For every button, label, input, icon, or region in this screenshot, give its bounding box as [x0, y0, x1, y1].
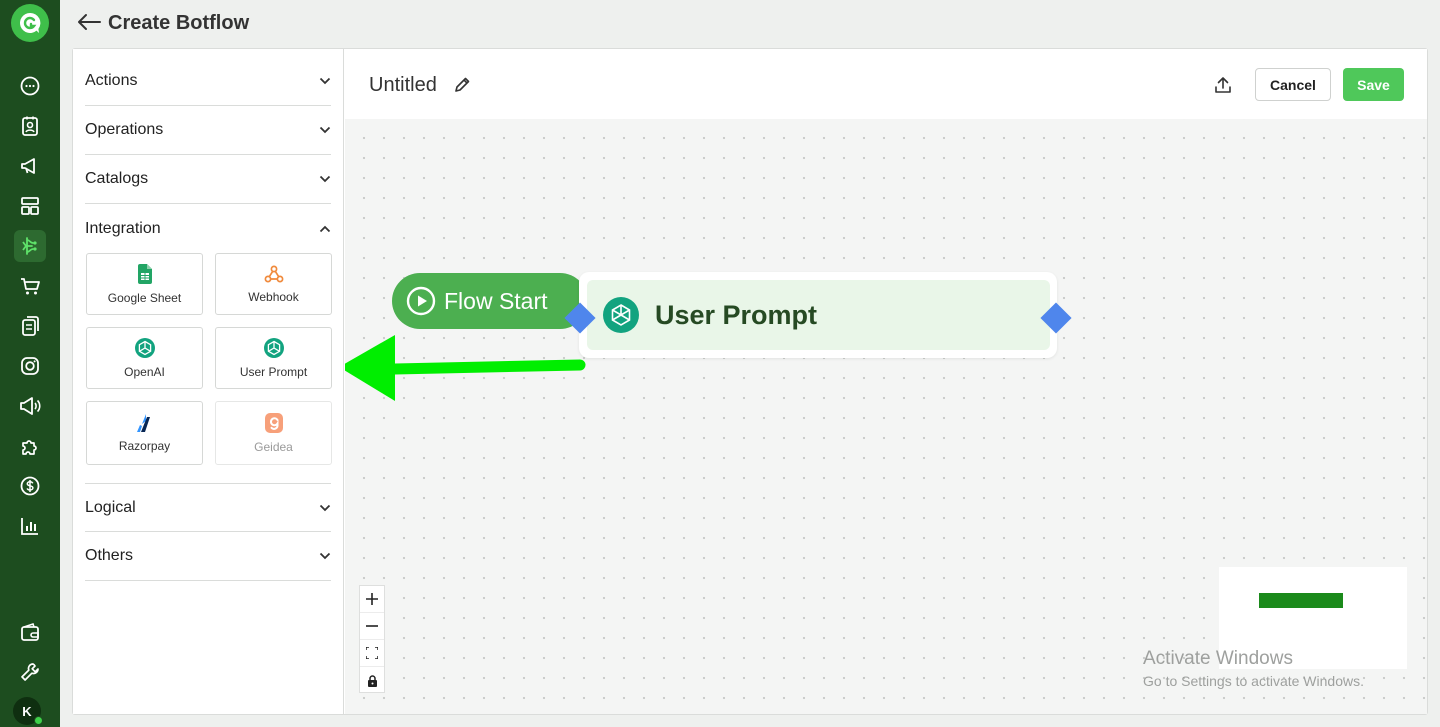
razorpay-icon — [136, 413, 150, 432]
lock-button[interactable] — [360, 667, 384, 694]
fit-view-icon — [366, 647, 378, 659]
windows-activation-watermark: Activate Windows Go to Settings to activ… — [1143, 648, 1364, 689]
geidea-icon — [264, 412, 283, 433]
templates-icon[interactable] — [14, 190, 46, 222]
payments-icon[interactable] — [14, 470, 46, 502]
chevron-down-icon — [319, 552, 331, 560]
section-label: Logical — [85, 498, 136, 516]
watermark-subtitle: Go to Settings to activate Windows. — [1143, 673, 1364, 689]
lock-icon — [367, 674, 377, 687]
zoom-out-button[interactable] — [360, 613, 384, 640]
chevron-down-icon — [319, 77, 331, 85]
plus-icon — [366, 593, 378, 605]
megaphone-icon[interactable] — [14, 150, 46, 182]
chat-icon[interactable] — [14, 70, 46, 102]
analytics-icon[interactable] — [14, 510, 46, 542]
wallet-icon[interactable] — [14, 617, 46, 649]
instagram-icon[interactable] — [14, 350, 46, 382]
node-label: User Prompt — [655, 299, 818, 330]
broadcast-icon[interactable] — [14, 390, 46, 422]
section-others[interactable]: Others — [85, 532, 331, 581]
settings-wrench-icon[interactable] — [14, 656, 46, 688]
logo-icon — [20, 12, 41, 33]
flow-canvas[interactable]: Flow Start User Prompt — [345, 119, 1427, 714]
section-operations[interactable]: Operations — [85, 106, 331, 155]
pencil-icon[interactable] — [453, 76, 471, 94]
section-label: Operations — [85, 121, 164, 138]
chevron-down-icon — [319, 175, 331, 183]
card-geidea: Geidea — [215, 401, 332, 465]
section-label: Actions — [85, 72, 138, 89]
upload-icon[interactable] — [1213, 75, 1233, 95]
card-label: Webhook — [248, 289, 299, 304]
card-razorpay[interactable]: Razorpay — [86, 401, 203, 465]
integrations-icon[interactable] — [14, 430, 46, 462]
cart-icon[interactable] — [14, 270, 46, 302]
google-sheet-icon — [137, 263, 152, 284]
back-arrow-icon[interactable] — [76, 11, 102, 33]
card-user-prompt[interactable]: User Prompt — [215, 327, 332, 389]
chevron-down-icon — [319, 126, 331, 134]
botflow-icon[interactable] — [14, 230, 46, 262]
zoom-in-button[interactable] — [360, 586, 384, 613]
flow-start-node[interactable]: Flow Start — [392, 273, 588, 329]
node-body: User Prompt — [587, 280, 1050, 350]
card-google-sheet[interactable]: Google Sheet — [86, 253, 203, 315]
chevron-down-icon — [319, 504, 331, 511]
section-integration[interactable]: Integration — [85, 204, 331, 253]
page-title: Create Botflow — [108, 12, 250, 34]
section-logical[interactable]: Logical — [85, 483, 331, 532]
section-label: Catalogs — [85, 170, 149, 187]
card-label: Razorpay — [118, 438, 171, 453]
section-label: Others — [85, 547, 134, 564]
minimap-node — [1259, 593, 1343, 608]
section-catalogs[interactable]: Catalogs — [85, 155, 331, 204]
left-rail: K — [0, 0, 60, 727]
card-openai[interactable]: OpenAI — [86, 327, 203, 389]
card-label: OpenAI — [124, 364, 165, 379]
avatar-initial: K — [22, 703, 32, 719]
contacts-icon[interactable] — [14, 110, 46, 142]
openai-icon — [134, 337, 155, 358]
card-label: Google Sheet — [107, 290, 182, 305]
section-label: Integration — [85, 219, 161, 237]
play-circle-icon — [406, 286, 436, 316]
openai-icon — [603, 297, 639, 333]
chevron-up-icon — [319, 225, 331, 232]
minus-icon — [366, 625, 378, 627]
canvas-toolbar: Untitled Cancel Save — [345, 49, 1427, 119]
app-logo[interactable] — [11, 4, 49, 42]
fit-view-button[interactable] — [360, 640, 384, 667]
card-label: User Prompt — [239, 364, 308, 379]
node-palette: Actions Operations Catalogs Integration … — [73, 49, 344, 714]
cancel-button[interactable]: Cancel — [1255, 68, 1331, 101]
section-actions[interactable]: Actions — [85, 57, 331, 106]
watermark-title: Activate Windows — [1143, 648, 1293, 669]
webhook-icon — [264, 265, 283, 282]
card-label: Geidea — [254, 439, 293, 454]
online-status-dot — [34, 716, 43, 725]
save-button[interactable]: Save — [1343, 68, 1404, 101]
user-avatar[interactable]: K — [13, 697, 43, 725]
user-prompt-node[interactable]: User Prompt — [579, 272, 1057, 358]
openai-icon — [263, 337, 284, 358]
flow-name: Untitled — [369, 74, 437, 96]
card-webhook[interactable]: Webhook — [215, 253, 332, 315]
catalog-icon[interactable] — [14, 310, 46, 342]
flow-start-label: Flow Start — [444, 287, 548, 314]
zoom-controls — [359, 585, 385, 693]
botflow-editor: Actions Operations Catalogs Integration … — [72, 48, 1428, 715]
